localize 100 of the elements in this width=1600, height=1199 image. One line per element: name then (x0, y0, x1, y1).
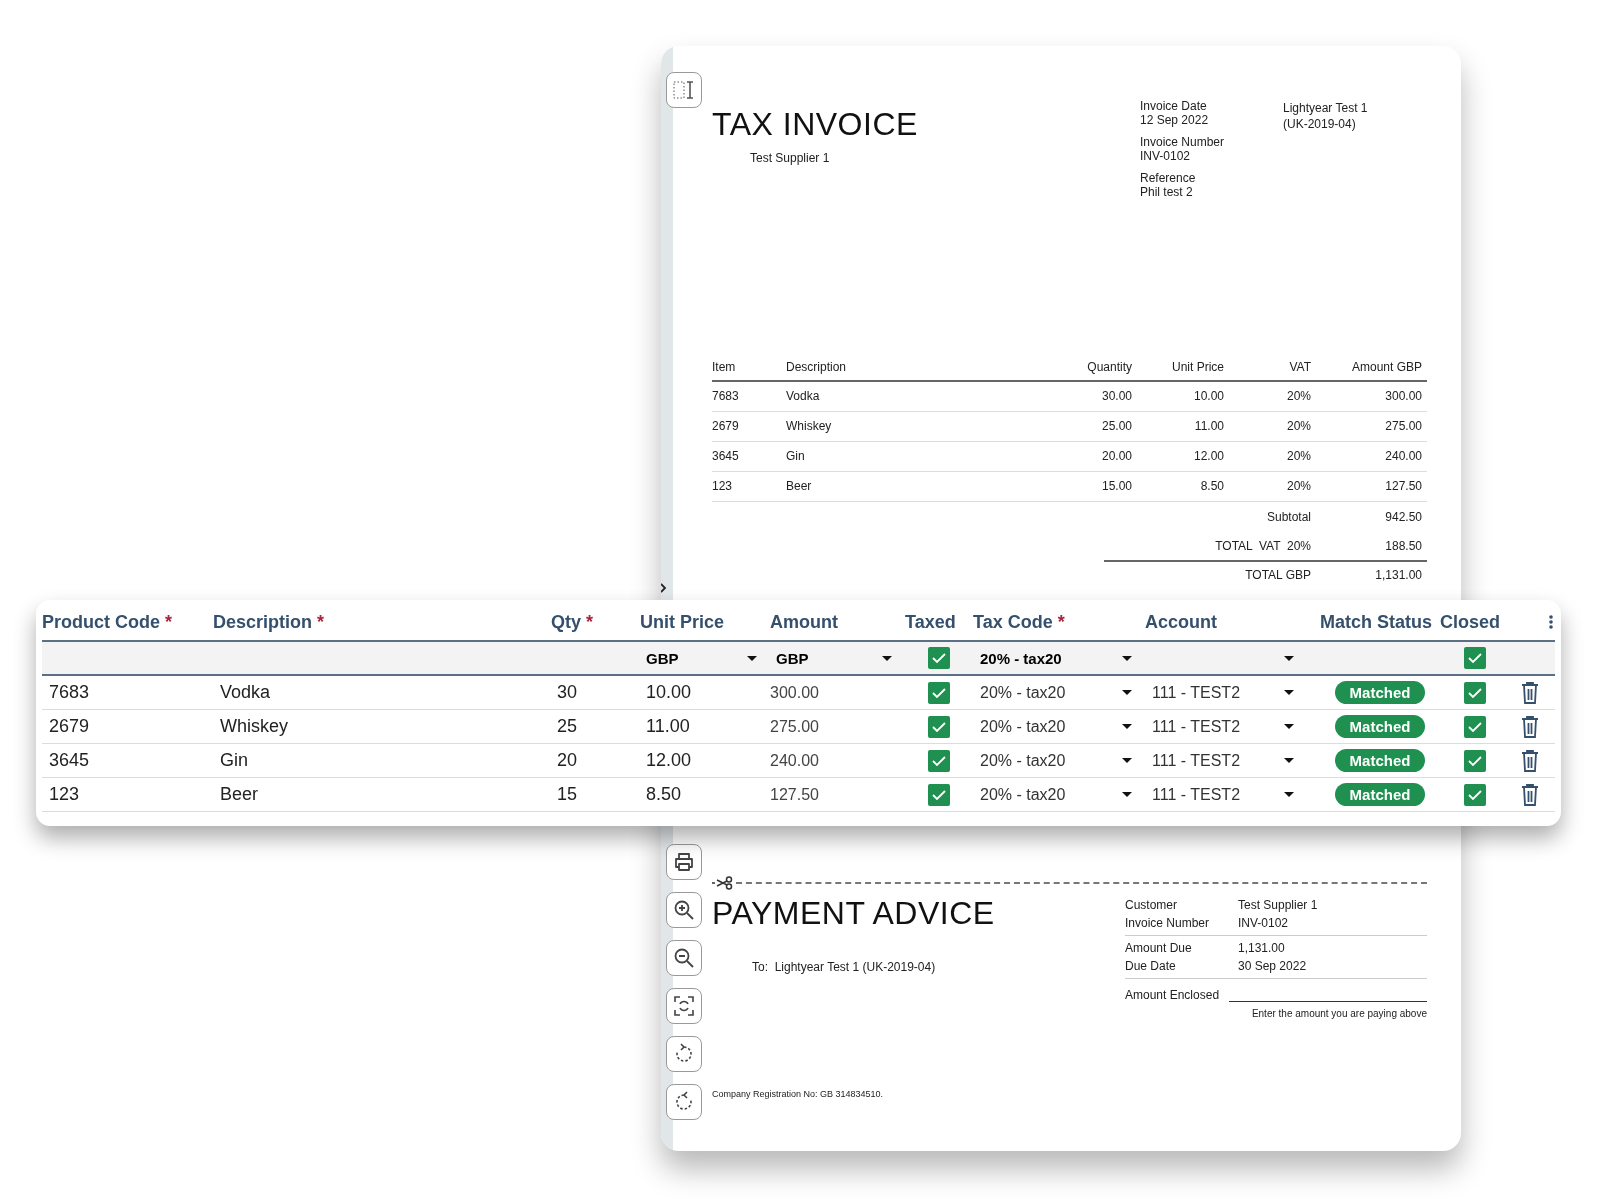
table-cell-text: 300.00 (770, 683, 820, 702)
caret-icon (1283, 723, 1295, 730)
table-cell-text: 7683 (48, 682, 91, 703)
checkbox[interactable] (928, 647, 950, 669)
meta-label: Invoice Number (1140, 135, 1226, 149)
detail-value: INV-0102 (1238, 915, 1290, 932)
column-header: Unit Price (1137, 356, 1229, 382)
checkbox[interactable] (1464, 783, 1486, 806)
tool-button[interactable] (666, 72, 702, 108)
checkbox[interactable] (1464, 647, 1486, 669)
tool-button[interactable] (666, 988, 702, 1024)
column-header: Description (786, 356, 1047, 382)
column-header: Closed (1440, 610, 1501, 633)
account-dropdown[interactable]: 111 - TEST2 (1145, 680, 1295, 705)
tax-code-dropdown[interactable]: 20% - tax20 (973, 782, 1133, 807)
table-cell: 127.50 (1316, 472, 1427, 502)
caret-icon (881, 654, 893, 662)
column-header: Qty * (551, 610, 595, 633)
trash-icon[interactable] (1520, 782, 1540, 807)
customer-line: (UK-2019-04) (1283, 116, 1357, 132)
detail-label: Amount Enclosed (1125, 988, 1220, 1002)
checkbox[interactable] (928, 783, 950, 806)
status-badge: Matched (1334, 715, 1426, 738)
recipient-line: To: Lightyear Test 1 (UK-2019-04) (752, 960, 937, 974)
column-header: Tax Code * (973, 610, 1066, 633)
checkbox[interactable] (928, 749, 950, 772)
column-header: Taxed (905, 610, 957, 633)
table-cell-text: 20 (556, 750, 579, 771)
table-cell: 11.00 (1137, 412, 1229, 442)
meta-label: Invoice Date (1140, 99, 1208, 113)
scissors-icon (712, 876, 734, 890)
tool-button[interactable] (666, 1036, 702, 1072)
trash-icon[interactable] (1520, 680, 1540, 705)
table-cell-text: Whiskey (219, 716, 289, 737)
registration-note: Company Registration No: GB 314834510. (712, 1089, 885, 1099)
tax-code-dropdown[interactable]: 20% - tax20 (973, 646, 1133, 670)
column-header: Amount (770, 610, 839, 633)
unit-price-field[interactable]: 11.00 (640, 716, 770, 737)
unit-price-field[interactable]: 12.00 (640, 750, 770, 771)
meta-value: INV-0102 (1140, 149, 1192, 163)
unit-price-field[interactable]: 10.00 (640, 682, 770, 703)
required-mark: * (1057, 611, 1065, 632)
table-cell: 10.00 (1137, 382, 1229, 412)
meta-label: Reference (1140, 171, 1197, 185)
table-cell: 300.00 (1316, 382, 1427, 412)
table-cell: 240.00 (1316, 442, 1427, 472)
unit-price-field[interactable]: 8.50 (640, 784, 770, 805)
checkbox[interactable] (1464, 681, 1486, 704)
caret-icon (1121, 689, 1133, 696)
check-icon (931, 650, 947, 666)
caret-icon (1121, 757, 1133, 764)
table-cell: 2679 (712, 412, 786, 442)
total-value: 188.50 (1384, 538, 1423, 555)
table-cell: 3645 (712, 442, 786, 472)
column-header: Account (1145, 610, 1218, 633)
table-cell: Vodka (786, 382, 1047, 412)
tax-code-dropdown[interactable]: 20% - tax20 (973, 680, 1133, 705)
invoice-title: TAX INVOICE (712, 106, 919, 143)
table-cell-text: 30 (556, 682, 579, 703)
checkbox[interactable] (1464, 749, 1486, 772)
account-dropdown[interactable]: 111 - TEST2 (1145, 714, 1295, 739)
tool-button[interactable] (666, 1084, 702, 1120)
checkbox[interactable] (1464, 715, 1486, 738)
caret-icon (1121, 654, 1133, 662)
meta-value: Phil test 2 (1140, 185, 1194, 199)
tool-button[interactable] (666, 940, 702, 976)
table-cell: 275.00 (1316, 412, 1427, 442)
checkbox[interactable] (928, 681, 950, 704)
status-badge: Matched (1334, 783, 1426, 806)
tool-button[interactable] (666, 844, 702, 880)
column-header: Amount GBP (1316, 356, 1427, 382)
table-cell-text: Gin (219, 750, 249, 771)
table-cell: 20% (1229, 472, 1316, 502)
table-cell: 30.00 (1047, 382, 1137, 412)
caret-icon (1283, 791, 1295, 798)
detail-label: Due Date (1125, 958, 1177, 975)
trash-icon[interactable] (1520, 714, 1540, 739)
tax-code-dropdown[interactable]: 20% - tax20 (973, 714, 1133, 739)
tool-button[interactable] (666, 892, 702, 928)
checkbox[interactable] (928, 715, 950, 738)
tax-code-dropdown[interactable]: 20% - tax20 (973, 748, 1133, 773)
caret-icon (1121, 723, 1133, 730)
table-cell: Gin (786, 442, 1047, 472)
caret-icon (1283, 757, 1295, 764)
field-hint: Enter the amount you are paying above (1251, 1008, 1427, 1019)
column-header: Quantity (1047, 356, 1137, 382)
trash-icon[interactable] (1520, 748, 1540, 773)
chevron-right-icon[interactable] (661, 582, 668, 594)
required-mark: * (165, 611, 173, 632)
currency-dropdown[interactable]: GBP (776, 646, 893, 670)
account-dropdown[interactable]: 111 - TEST2 (1145, 782, 1295, 807)
currency-dropdown[interactable]: GBP (646, 646, 758, 670)
table-cell-text: 3645 (48, 750, 91, 771)
column-header: Match Status (1320, 610, 1434, 633)
account-dropdown[interactable]: 111 - TEST2 (1145, 748, 1295, 773)
total-label: Subtotal (1265, 509, 1312, 526)
table-cell-text: Vodka (219, 682, 272, 703)
detail-label: Amount Due (1125, 940, 1193, 957)
print-icon (672, 850, 696, 874)
table-cell: Whiskey (786, 412, 1047, 442)
